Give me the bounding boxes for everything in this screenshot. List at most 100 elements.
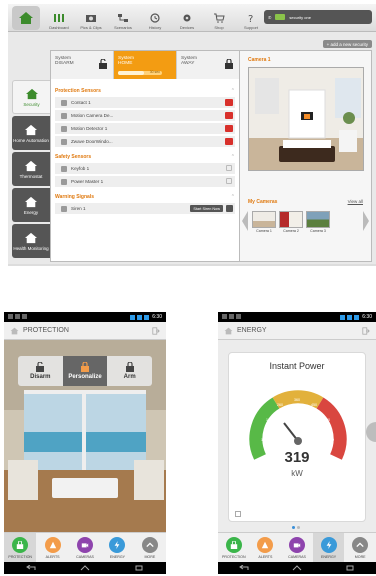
home-countdown-bar: 30 sec bbox=[118, 70, 162, 75]
protection-sensors-header[interactable]: Protection Sensors ⌃ bbox=[55, 85, 235, 97]
power-gauge: 0 100 170 260 360 450 520 600 700 bbox=[249, 390, 347, 460]
tab-alerts[interactable]: ALERTS bbox=[250, 533, 282, 562]
nav-shop[interactable]: Shop bbox=[204, 6, 234, 30]
lock-icon[interactable] bbox=[225, 99, 233, 106]
mode-disarm[interactable]: System DISARM bbox=[51, 51, 114, 79]
tab-energy[interactable]: ENERGY bbox=[101, 533, 133, 562]
arming-mode-strip: Disarm Personalize Arm bbox=[18, 356, 152, 386]
tab-protection[interactable]: PROTECTION bbox=[218, 533, 250, 562]
lock-icon bbox=[226, 178, 232, 184]
start-siren-button[interactable]: Start Siren Now bbox=[190, 205, 223, 212]
mode-arm[interactable]: Arm bbox=[107, 356, 152, 386]
nav-support[interactable]: ? Support bbox=[236, 6, 266, 30]
nav-dashboard[interactable]: Dashboard bbox=[44, 6, 74, 30]
sensor-row[interactable]: Motion Camera De... bbox=[55, 110, 235, 121]
view-all-link[interactable]: View all bbox=[348, 199, 363, 204]
tab-health-monitoring[interactable]: Health Monitoring bbox=[12, 224, 50, 258]
sensor-row[interactable]: Power Master 1 bbox=[55, 176, 235, 187]
lock-icon bbox=[81, 362, 89, 372]
nav-label: History bbox=[148, 25, 162, 30]
safety-sensors-header[interactable]: Safety Sensors ⌃ bbox=[55, 151, 235, 163]
keyfob-icon bbox=[61, 165, 67, 172]
camera-live-view[interactable] bbox=[248, 67, 364, 171]
gauge-tick: 360 bbox=[294, 398, 300, 402]
tab-cameras[interactable]: CAMERAS bbox=[69, 533, 101, 562]
sensor-row[interactable]: Zwave DoorWindo... bbox=[55, 136, 235, 147]
home-button-icon[interactable] bbox=[80, 565, 90, 571]
camera-thumb[interactable]: Camera 2 bbox=[279, 211, 303, 233]
tab-protection[interactable]: PROTECTION bbox=[4, 533, 37, 562]
tab-more[interactable]: MORE bbox=[134, 533, 166, 562]
home-button-icon[interactable] bbox=[292, 565, 302, 571]
recents-icon[interactable] bbox=[345, 565, 355, 571]
mode-away[interactable]: System AWAY bbox=[177, 51, 239, 79]
mode-label: Arm bbox=[123, 374, 136, 380]
sensor-row[interactable]: Contact 1 bbox=[55, 97, 235, 108]
house-icon bbox=[25, 88, 38, 99]
android-nav-bar bbox=[4, 562, 166, 574]
logout-icon[interactable] bbox=[152, 327, 160, 335]
tab-alerts[interactable]: ALERTS bbox=[36, 533, 68, 562]
mode-personalize[interactable]: Personalize bbox=[62, 356, 108, 386]
tab-energy[interactable]: Energy bbox=[12, 188, 50, 222]
home-icon[interactable] bbox=[224, 327, 233, 335]
sensor-row[interactable]: Motion Detector 1 bbox=[55, 123, 235, 134]
nav-devices[interactable]: Devices bbox=[172, 6, 202, 30]
tab-label: ENERGY bbox=[109, 554, 126, 559]
tab-thermostat[interactable]: Thermostat bbox=[12, 152, 50, 186]
unlock-icon bbox=[36, 362, 45, 372]
thumb-label: Camera 1 bbox=[256, 229, 272, 233]
sensor-row[interactable]: Siren 1 Start Siren Now bbox=[55, 203, 235, 214]
home-icon[interactable] bbox=[10, 327, 19, 335]
nav-scenarios[interactable]: Scenarios bbox=[108, 6, 138, 30]
lock-icon bbox=[226, 165, 232, 171]
expand-icon[interactable] bbox=[235, 511, 241, 517]
gauge-tick: 100 bbox=[261, 438, 267, 442]
house-icon bbox=[25, 160, 37, 171]
tab-more[interactable]: MORE bbox=[344, 533, 376, 562]
home-button[interactable] bbox=[12, 6, 40, 30]
lock-icon[interactable] bbox=[225, 138, 233, 145]
gauge-tick: 170 bbox=[266, 418, 272, 422]
back-icon[interactable] bbox=[239, 565, 249, 571]
camera-panel: Camera 1 My Cameras View all Camera 1 Ca… bbox=[240, 50, 372, 262]
logout-icon[interactable] bbox=[362, 327, 370, 335]
lock-icon[interactable] bbox=[225, 125, 233, 132]
status-time: 6:30 bbox=[362, 314, 372, 320]
user-menu[interactable]: ✆ security one bbox=[264, 10, 372, 24]
tab-security[interactable]: Security bbox=[12, 80, 50, 114]
camera-thumb[interactable]: Camera 1 bbox=[252, 211, 276, 233]
tab-label: ALERTS bbox=[258, 554, 273, 559]
tab-label: MORE bbox=[354, 554, 366, 559]
nav-history[interactable]: History bbox=[140, 6, 170, 30]
power-unit: kW bbox=[291, 469, 303, 478]
lock-icon[interactable] bbox=[225, 112, 233, 119]
add-device-button[interactable]: + add a new security bbox=[322, 40, 372, 48]
phone-icon: ✆ bbox=[268, 14, 272, 20]
alert-icon bbox=[44, 536, 61, 553]
section-title: Safety Sensors bbox=[55, 154, 92, 160]
nav-pics-clips[interactable]: Pics & Clips bbox=[76, 6, 106, 30]
thumb-label: Camera 3 bbox=[310, 229, 326, 233]
warning-signals-header[interactable]: Warning Signals ⌃ bbox=[55, 191, 235, 203]
camera-thumb[interactable]: Camera 3 bbox=[306, 211, 330, 233]
back-icon[interactable] bbox=[26, 565, 36, 571]
cart-icon bbox=[214, 13, 225, 23]
chevron-up-icon bbox=[352, 536, 369, 553]
recents-icon[interactable] bbox=[134, 565, 144, 571]
thumb-label: Camera 2 bbox=[283, 229, 299, 233]
tab-cameras[interactable]: CAMERAS bbox=[281, 533, 313, 562]
mode-disarm[interactable]: Disarm bbox=[18, 356, 63, 386]
nav-label: Pics & Clips bbox=[80, 25, 102, 30]
sensor-row[interactable]: Keyfob 1 bbox=[55, 163, 235, 174]
user-label: security one bbox=[289, 14, 311, 20]
mode-label: System HOME bbox=[118, 56, 134, 66]
nav-label: Support bbox=[243, 25, 258, 30]
clock-icon bbox=[150, 13, 160, 23]
prev-arrow-icon[interactable] bbox=[242, 211, 248, 231]
tab-home-automation[interactable]: Home Automation bbox=[12, 116, 50, 150]
next-arrow-icon[interactable] bbox=[363, 211, 369, 231]
mode-home[interactable]: System HOME 30 sec bbox=[114, 51, 177, 79]
tab-energy[interactable]: ENERGY bbox=[312, 533, 345, 562]
section-title: Protection Sensors bbox=[55, 88, 101, 94]
